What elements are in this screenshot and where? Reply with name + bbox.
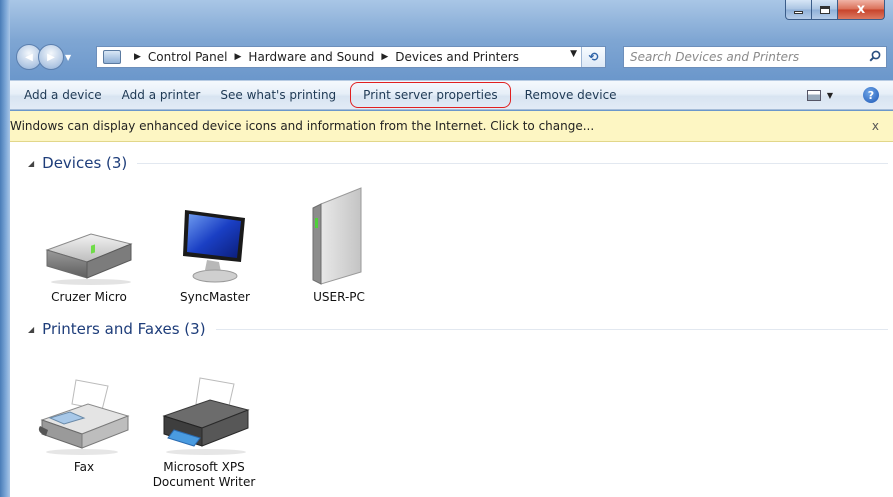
- caption-buttons: x: [785, 0, 885, 20]
- maximize-button[interactable]: [812, 0, 838, 20]
- add-device-button[interactable]: Add a device: [10, 81, 112, 109]
- computer-tower-icon: [312, 187, 362, 285]
- device-label: Microsoft XPS Document Writer: [153, 460, 256, 490]
- close-button[interactable]: x: [838, 0, 885, 20]
- device-syncmaster[interactable]: SyncMaster: [160, 206, 270, 305]
- usb-drive-icon: [45, 233, 133, 285]
- minimize-button[interactable]: [785, 0, 812, 20]
- breadcrumb-separator-icon[interactable]: ▶: [134, 52, 141, 62]
- refresh-button[interactable]: ⟲: [581, 47, 605, 67]
- devices-content-pane: ◢ Devices (3) Cruzer Micro SyncMaster US…: [10, 142, 893, 497]
- see-whats-printing-button[interactable]: See what's printing: [210, 81, 346, 109]
- address-bar[interactable]: ▶ Control Panel ▶ Hardware and Sound ▶ D…: [96, 46, 606, 68]
- change-view-icon[interactable]: [806, 89, 821, 101]
- minimize-icon: [794, 11, 803, 14]
- back-arrow-icon: ◀: [25, 51, 33, 63]
- maximize-icon: [819, 5, 830, 14]
- printer-icon: [162, 377, 250, 455]
- devices-group-header[interactable]: ◢ Devices (3): [28, 154, 888, 172]
- info-bar-close-icon[interactable]: x: [872, 119, 879, 133]
- search-input[interactable]: [630, 50, 860, 64]
- device-label: SyncMaster: [180, 290, 250, 304]
- device-fax[interactable]: Fax: [34, 376, 134, 475]
- refresh-icon: ⟲: [588, 50, 599, 64]
- device-label-line: Document Writer: [152, 475, 256, 489]
- help-icon[interactable]: ?: [863, 87, 879, 103]
- forward-button[interactable]: ▶: [38, 44, 64, 70]
- search-box[interactable]: [623, 46, 887, 68]
- device-label: Cruzer Micro: [51, 290, 127, 304]
- add-printer-button[interactable]: Add a printer: [112, 81, 211, 109]
- device-label-line: Microsoft XPS: [163, 460, 245, 474]
- printers-group-header[interactable]: ◢ Printers and Faxes (3): [28, 320, 888, 338]
- printers-group-title: Printers and Faxes (3): [42, 320, 206, 338]
- device-microsoft-xps-document-writer[interactable]: Microsoft XPS Document Writer: [144, 376, 264, 490]
- breadcrumb-control-panel[interactable]: Control Panel: [148, 50, 228, 64]
- remove-device-button[interactable]: Remove device: [515, 81, 627, 109]
- chevron-down-icon: ▼: [65, 52, 72, 62]
- group-divider: [137, 162, 888, 164]
- command-bar: Add a device Add a printer See what's pr…: [10, 80, 893, 110]
- collapse-triangle-icon[interactable]: ◢: [28, 159, 34, 168]
- device-user-pc[interactable]: USER-PC: [284, 184, 394, 305]
- search-icon[interactable]: [869, 50, 881, 62]
- print-server-properties-button[interactable]: Print server properties: [350, 82, 511, 108]
- info-bar-message[interactable]: Windows can display enhanced device icon…: [10, 119, 594, 133]
- forward-arrow-icon: ▶: [47, 51, 55, 63]
- breadcrumb-devices-and-printers[interactable]: Devices and Printers: [395, 50, 519, 64]
- view-options-dropdown-icon[interactable]: ▼: [827, 91, 833, 100]
- breadcrumb-hardware-and-sound[interactable]: Hardware and Sound: [248, 50, 374, 64]
- control-panel-icon[interactable]: [103, 50, 121, 64]
- nav-buttons: ◀ ▶ ▼: [16, 44, 75, 70]
- blank-area: [578, 371, 866, 497]
- device-cruzer-micro[interactable]: Cruzer Micro: [34, 220, 144, 305]
- device-label: Fax: [73, 460, 95, 474]
- breadcrumb-separator-icon[interactable]: ▶: [235, 52, 242, 62]
- info-bar[interactable]: Windows can display enhanced device icon…: [10, 111, 893, 142]
- toolbar-right-controls: ▼ ?: [806, 81, 893, 109]
- device-label: USER-PC: [313, 290, 365, 304]
- recent-pages-dropdown[interactable]: ▼: [65, 46, 75, 68]
- fax-icon: [38, 379, 130, 455]
- group-divider: [215, 328, 888, 330]
- monitor-icon: [183, 210, 245, 283]
- devices-group-title: Devices (3): [42, 154, 128, 172]
- breadcrumb-separator-icon[interactable]: ▶: [381, 52, 388, 62]
- address-dropdown-icon[interactable]: ▼: [570, 49, 577, 59]
- collapse-triangle-icon[interactable]: ◢: [28, 325, 34, 334]
- close-icon: x: [856, 2, 866, 17]
- window-frame-edge: [0, 0, 10, 497]
